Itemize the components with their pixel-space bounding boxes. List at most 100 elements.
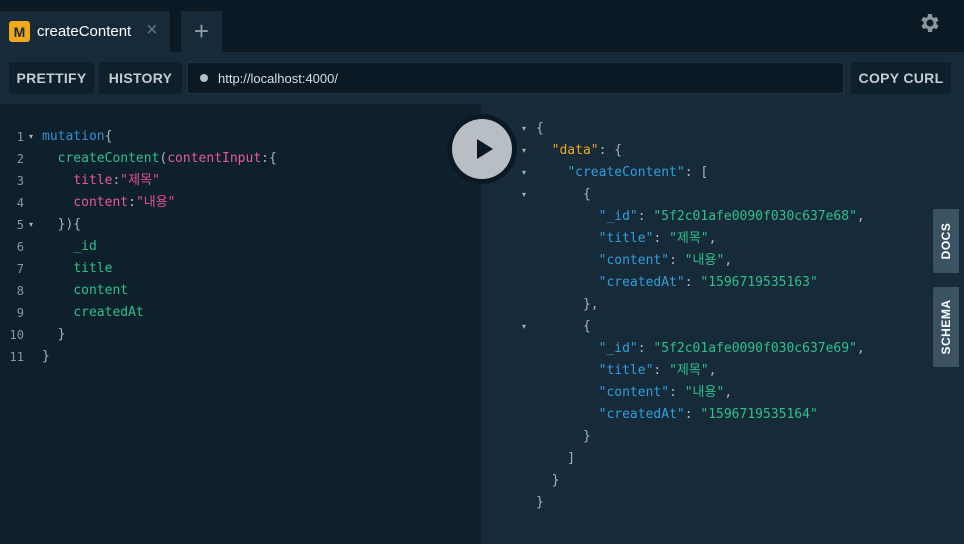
line-number: 10	[9, 328, 24, 342]
code-token: content	[73, 195, 129, 210]
json-token: :	[669, 385, 685, 400]
json-token: ,	[708, 363, 717, 378]
code-line: content	[42, 280, 128, 302]
json-token: {	[536, 319, 591, 334]
result-line: "content": "내용",	[536, 382, 733, 404]
line-number: 4	[16, 196, 24, 210]
fold-arrow-icon[interactable]: ▾	[522, 162, 526, 184]
code-token: }	[42, 327, 66, 342]
code-line: content:"내용"	[42, 192, 175, 214]
json-token: :	[669, 253, 685, 268]
code-line: }	[42, 324, 66, 346]
json-token: }	[536, 495, 544, 510]
tab-createContent[interactable]: M createContent ×	[0, 11, 170, 52]
history-button[interactable]: HISTORY	[99, 62, 182, 94]
code-token: title	[73, 173, 113, 188]
add-tab-button[interactable]: +	[181, 11, 222, 52]
line-number: 11	[9, 350, 24, 364]
code-token: title	[73, 261, 113, 276]
json-token: "data"	[551, 143, 599, 158]
json-token: "_id"	[598, 341, 638, 356]
json-token: "제목"	[669, 231, 709, 246]
schema-tab[interactable]: SCHEMA	[933, 287, 959, 367]
code-token: _id	[73, 239, 97, 254]
toolbar: PRETTIFY HISTORY http://localhost:4000/ …	[0, 52, 964, 104]
json-token: ,	[708, 231, 717, 246]
prettify-button[interactable]: PRETTIFY	[9, 62, 94, 94]
json-token: "1596719535164"	[700, 407, 818, 422]
result-line: "createContent": [	[536, 162, 708, 184]
code-line: }	[42, 346, 50, 368]
json-token: "5f2c01afe0090f030c637e69"	[653, 341, 857, 356]
result-viewer: ▾ { ▾ "data": { ▾ "createContent": [ ▾ { "_i…	[481, 104, 964, 544]
code-line: title	[42, 258, 112, 280]
json-token: :	[637, 341, 654, 356]
json-token: "title"	[598, 231, 654, 246]
code-token: :{	[261, 151, 277, 166]
result-line: "_id": "5f2c01afe0090f030c637e69",	[536, 338, 865, 360]
close-icon[interactable]: ×	[146, 20, 158, 40]
execute-query-button[interactable]	[447, 114, 517, 184]
code-token: content	[73, 283, 129, 298]
result-line: ]	[536, 448, 575, 470]
json-token: ,	[856, 341, 865, 356]
code-token: createdAt	[73, 305, 144, 320]
fold-arrow-icon[interactable]: ▾	[522, 316, 526, 338]
result-line: "title": "제목",	[536, 360, 717, 382]
code-token: "제목"	[120, 173, 160, 188]
copy-curl-button[interactable]: COPY CURL	[851, 62, 951, 94]
json-token: {	[536, 121, 544, 136]
result-line: }	[536, 426, 591, 448]
code-token: }	[42, 349, 50, 364]
endpoint-url-text: http://localhost:4000/	[218, 71, 338, 86]
fold-arrow-icon[interactable]: ▾	[29, 214, 33, 236]
result-line: {	[536, 316, 591, 338]
code-token: }){	[42, 217, 82, 232]
json-token: ]	[536, 451, 576, 466]
json-token: :	[653, 231, 670, 246]
fold-arrow-icon[interactable]: ▾	[522, 140, 526, 162]
fold-arrow-icon[interactable]: ▾	[522, 118, 526, 140]
json-token: "내용"	[684, 253, 725, 268]
line-number: 8	[16, 284, 24, 298]
docs-tab[interactable]: DOCS	[933, 209, 959, 273]
json-token: :	[684, 275, 701, 290]
status-dot-icon	[200, 74, 208, 82]
json-token: ,	[724, 385, 733, 400]
json-token: "createdAt"	[598, 275, 685, 290]
result-line: "_id": "5f2c01afe0090f030c637e68",	[536, 206, 865, 228]
code-token: :	[128, 195, 136, 210]
json-token: },	[536, 297, 599, 312]
fold-arrow-icon[interactable]: ▾	[522, 184, 526, 206]
code-token: mutation	[42, 129, 105, 144]
json-token: ,	[724, 253, 733, 268]
endpoint-url-input[interactable]: http://localhost:4000/	[187, 62, 844, 94]
result-line: }	[536, 470, 560, 492]
json-token: : [	[684, 165, 709, 180]
result-line: "createdAt": "1596719535163"	[536, 272, 818, 294]
query-editor[interactable]: 1 ▾ mutation{2 createContent(contentInput:…	[0, 104, 481, 544]
json-token: :	[637, 209, 654, 224]
code-line: createContent(contentInput:{	[42, 148, 277, 170]
code-line: title:"제목"	[42, 170, 160, 192]
json-token: ,	[856, 209, 865, 224]
result-line: "data": {	[536, 140, 622, 162]
tab-title: createContent	[37, 23, 132, 40]
tab-bar: M createContent × +	[0, 0, 964, 52]
result-line: }	[536, 492, 544, 514]
json-token: "5f2c01afe0090f030c637e68"	[653, 209, 857, 224]
gear-icon[interactable]	[917, 11, 941, 35]
result-line: "content": "내용",	[536, 250, 733, 272]
fold-arrow-icon[interactable]: ▾	[29, 126, 33, 148]
line-number: 2	[16, 152, 24, 166]
line-number: 9	[16, 306, 24, 320]
line-number: 5	[16, 218, 24, 232]
